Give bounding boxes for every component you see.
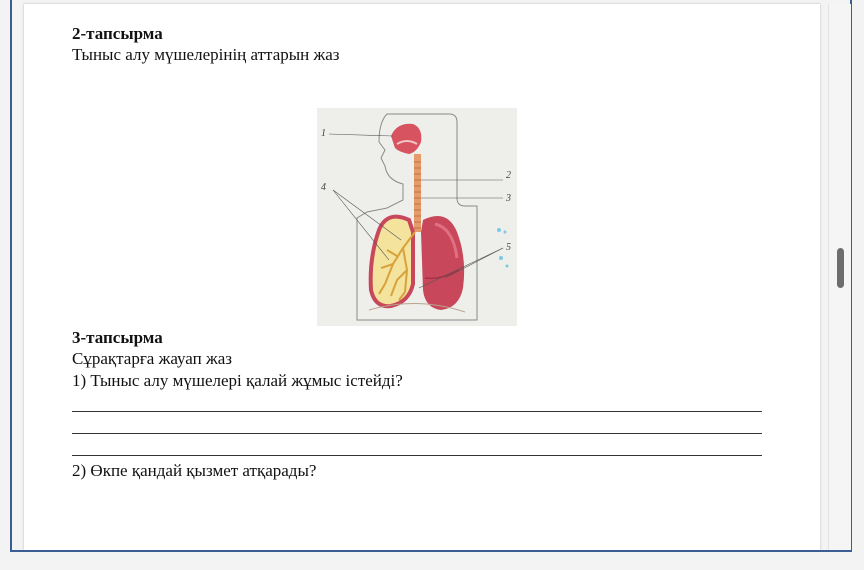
task3-heading: 3-тапсырма <box>72 328 163 347</box>
figure-label-2: 2 <box>506 170 511 181</box>
figure-label-5: 5 <box>506 242 511 253</box>
task2-heading: 2-тапсырма <box>72 24 163 43</box>
task3-instruction: Сұрақтарға жауап жаз <box>72 349 232 368</box>
frame-bottom-border <box>10 550 852 552</box>
trachea <box>414 154 421 232</box>
answer-line-1 <box>72 411 762 412</box>
question-2: 2) Өкпе қандай қызмет атқарады? <box>72 461 317 480</box>
task2-instruction: Тыныс алу мүшелерінің аттарын жаз <box>72 45 340 64</box>
answer-line-2 <box>72 433 762 434</box>
question-1: 1) Тыныс алу мүшелері қалай жұмыс істейд… <box>72 371 403 390</box>
figure-label-4: 4 <box>321 182 326 193</box>
document-viewport: 2-тапсырма Тыныс алу мүшелерінің аттарын… <box>0 0 864 570</box>
figure-label-1: 1 <box>321 128 326 139</box>
frame-left-border <box>10 0 12 552</box>
nasal-cavity <box>391 123 422 154</box>
right-lung <box>421 216 465 310</box>
figure-label-3: 3 <box>505 193 511 204</box>
answer-line-3 <box>72 455 762 456</box>
respiratory-system-diagram: 1 2 3 4 5 <box>317 108 517 326</box>
respiratory-diagram-svg: 1 2 3 4 5 <box>321 113 511 321</box>
scrollbar-thumb[interactable] <box>837 248 844 288</box>
